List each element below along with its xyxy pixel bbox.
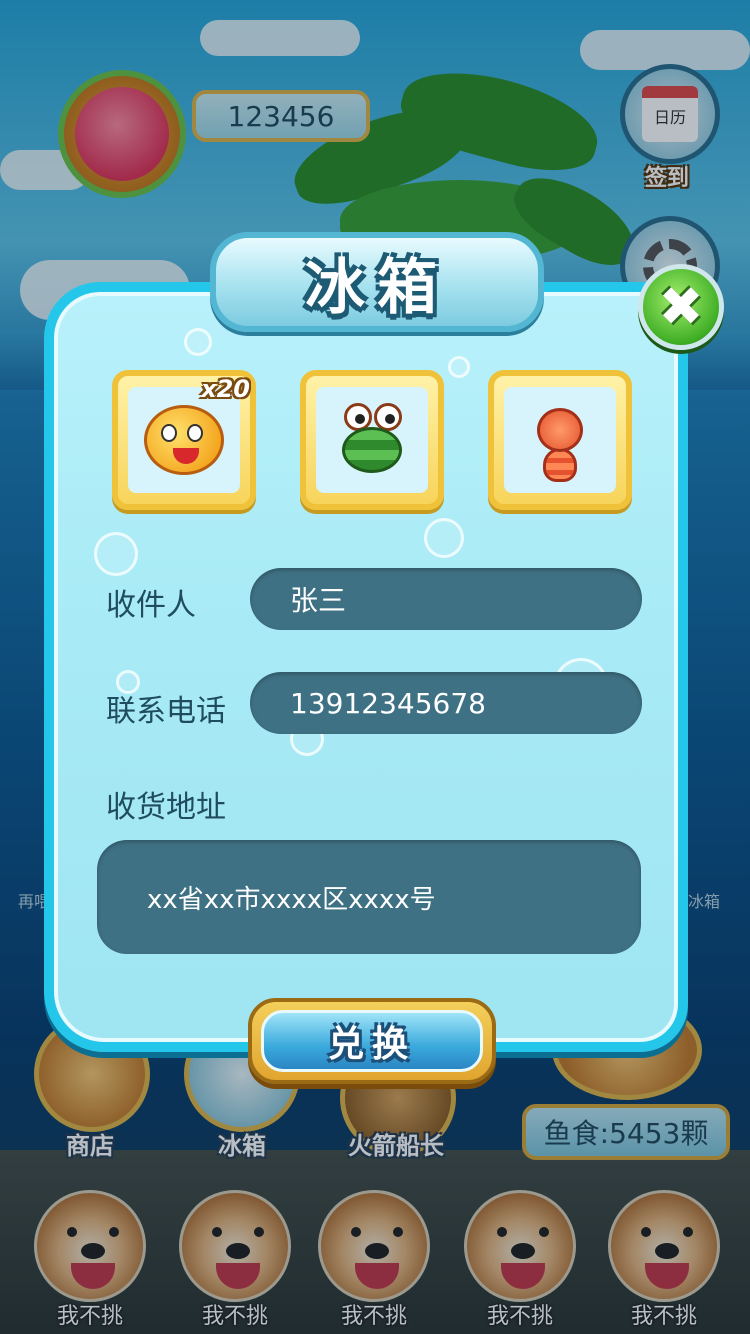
close-icon: ✖	[658, 275, 704, 338]
phone-label: 联系电话	[106, 694, 226, 729]
bubble	[94, 532, 138, 576]
fridge-item-fish[interactable]: x20	[112, 370, 256, 510]
fridge-item-crab[interactable]	[300, 370, 444, 510]
address-label: 收货地址	[106, 790, 226, 825]
fridge-item-shrimp[interactable]	[488, 370, 632, 510]
exchange-label: 兑换	[327, 1024, 416, 1065]
bubble	[424, 518, 464, 558]
address-input[interactable]: xx省xx市xxxx区xxxx号	[97, 840, 641, 954]
dialog-title-plate: 冰箱	[210, 232, 544, 332]
item-count-badge: x20	[201, 375, 250, 403]
recipient-input[interactable]: 张三	[250, 568, 642, 630]
bubble	[184, 328, 212, 356]
fish-icon	[144, 405, 224, 475]
phone-input[interactable]: 13912345678	[250, 672, 642, 734]
exchange-button[interactable]: 兑换	[248, 998, 496, 1084]
shrimp-icon	[525, 398, 595, 482]
crab-icon	[330, 403, 414, 477]
dialog-title: 冰箱	[305, 252, 449, 323]
close-button[interactable]: ✖	[638, 264, 724, 350]
recipient-label: 收件人	[106, 588, 196, 623]
bubble	[448, 356, 470, 378]
